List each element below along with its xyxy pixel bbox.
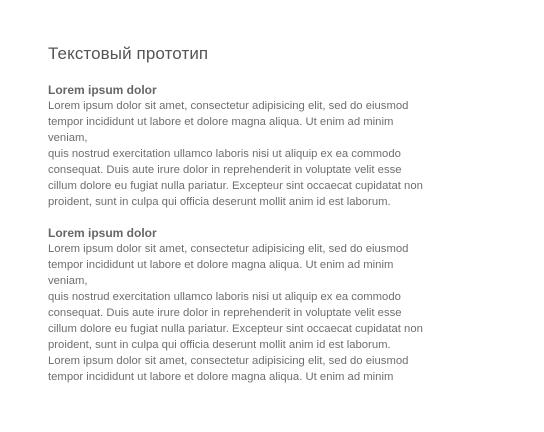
paragraph-line: veniam, <box>48 132 88 144</box>
paragraph-line: proident, sunt in culpa qui officia dese… <box>48 339 391 351</box>
paragraph-line: consequat. Duis aute irure dolor in repr… <box>48 164 402 176</box>
section-heading: Lorem ipsum dolor <box>48 226 157 240</box>
paragraph-line: Lorem ipsum dolor sit amet, consectetur … <box>48 355 409 367</box>
paragraph-line: cillum dolore eu fugiat nulla pariatur. … <box>48 323 423 335</box>
paragraph-line: tempor incididunt ut labore et dolore ma… <box>48 259 394 271</box>
text-section-1: Lorem ipsum dolor Lorem ipsum dolor sit … <box>48 82 504 210</box>
page-title: Текстовый прототип <box>48 44 209 63</box>
paragraph-line: proident, sunt in culpa qui officia dese… <box>48 196 391 208</box>
paragraph-line: tempor incididunt ut labore et dolore ma… <box>48 371 394 383</box>
paragraph-line: veniam, <box>48 275 88 287</box>
section-body: Lorem ipsum dolor sit amet, consectetur … <box>48 98 508 210</box>
paragraph-line: quis nostrud exercitation ullamco labori… <box>48 291 401 303</box>
section-heading: Lorem ipsum dolor <box>48 83 157 97</box>
paragraph-line: tempor incididunt ut labore et dolore ma… <box>48 116 394 128</box>
section-body: Lorem ipsum dolor sit amet, consectetur … <box>48 241 508 385</box>
paragraph-line: Lorem ipsum dolor sit amet, consectetur … <box>48 100 409 112</box>
paragraph-line: quis nostrud exercitation ullamco labori… <box>48 148 401 160</box>
paragraph-line: Lorem ipsum dolor sit amet, consectetur … <box>48 243 409 255</box>
paragraph-line: cillum dolore eu fugiat nulla pariatur. … <box>48 180 423 192</box>
text-prototype-page: Текстовый прототип Lorem ipsum dolor Lor… <box>0 0 544 432</box>
paragraph-line: consequat. Duis aute irure dolor in repr… <box>48 307 402 319</box>
text-section-2: Lorem ipsum dolor Lorem ipsum dolor sit … <box>48 225 504 385</box>
